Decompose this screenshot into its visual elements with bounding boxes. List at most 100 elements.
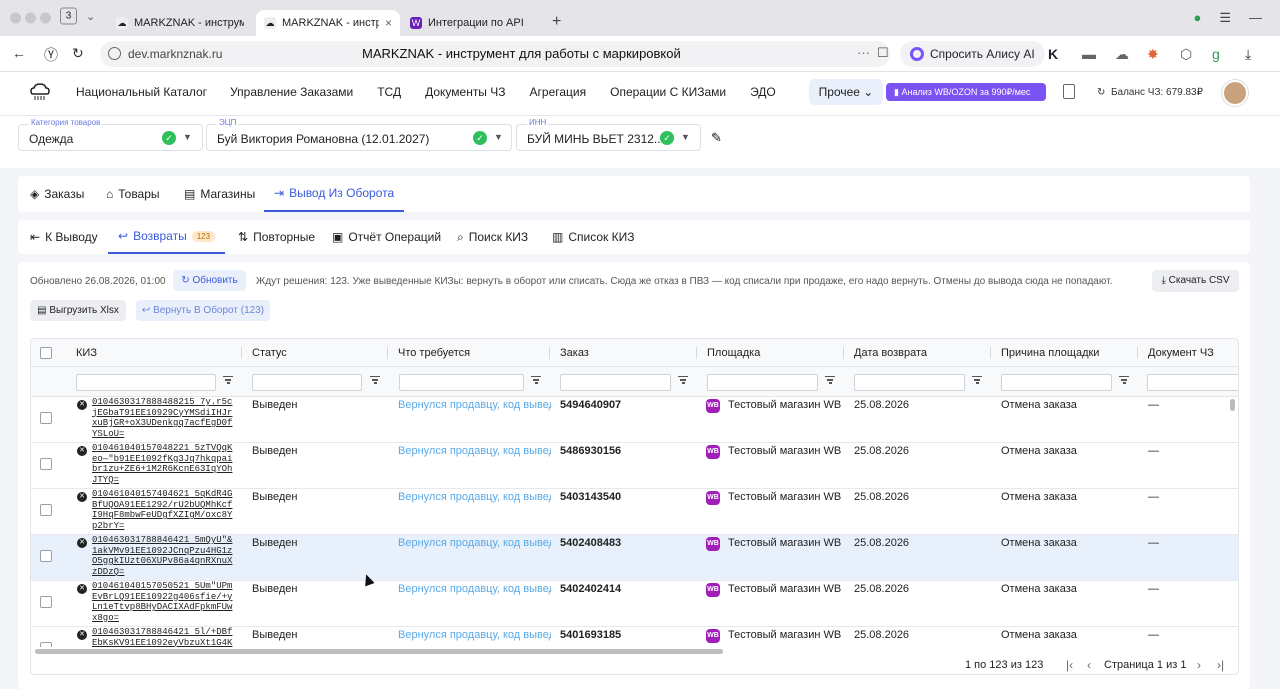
row-checkbox[interactable] <box>40 458 52 470</box>
dropdown-arrow-icon[interactable]: ▼ <box>681 132 690 142</box>
clipboard-icon[interactable] <box>1063 84 1075 99</box>
profile-icon[interactable]: ● <box>1193 10 1201 26</box>
refresh-button[interactable]: ↻ Обновить <box>173 270 246 291</box>
filter-order-input[interactable] <box>560 374 671 391</box>
kiz-link[interactable]: 0104630317888488215 7y.r5cjEGbaT91EE1092… <box>92 397 234 439</box>
nav-order-management[interactable]: Управление Заказами <box>230 85 353 99</box>
horizontal-scroll-thumb[interactable] <box>35 649 723 654</box>
nav-kiz-operations[interactable]: Операции С КИЗами <box>610 85 726 99</box>
tab-kiz-search[interactable]: ⌕ Поиск КИЗ <box>457 220 528 254</box>
more-dots-icon[interactable]: ··· <box>857 45 870 60</box>
dropdown-arrow-icon[interactable]: ▼ <box>183 132 192 142</box>
edit-pencil-icon[interactable]: ✎ <box>711 130 722 146</box>
col-resizer[interactable] <box>387 347 388 359</box>
row-checkbox[interactable] <box>40 504 52 516</box>
col-resizer[interactable] <box>241 347 242 359</box>
browser-menu-icon[interactable]: ☰ <box>1219 10 1231 26</box>
tab-kiz-list[interactable]: ▥ Список КИЗ <box>552 220 634 254</box>
window-close-button[interactable] <box>10 12 21 24</box>
col-resizer[interactable] <box>549 347 550 359</box>
col-resizer[interactable] <box>843 347 844 359</box>
tab-returns[interactable]: ↩ Возвраты 123 <box>108 220 226 254</box>
logo-icon[interactable] <box>28 82 52 102</box>
download-csv-button[interactable]: ⤓ Скачать CSV <box>1152 270 1239 292</box>
site-security-icon[interactable] <box>108 47 121 60</box>
filter-icon[interactable] <box>223 376 233 385</box>
ask-alisa-button[interactable]: Спросить Алису AI <box>900 41 1045 67</box>
col-order[interactable]: Заказ <box>560 347 589 359</box>
kiz-link[interactable]: 010461040157050521 5Um"UPmEvBrLQ91EE1092… <box>92 581 234 623</box>
requirement-cell[interactable]: Вернулся продавцу, код выведен <box>398 537 551 549</box>
nav-documents-cz[interactable]: Документы ЧЗ <box>425 85 505 99</box>
filter-icon[interactable] <box>370 376 380 385</box>
tabs-menu-chevron-icon[interactable]: ⌄ <box>86 10 95 23</box>
row-checkbox[interactable] <box>40 642 52 647</box>
col-return-date[interactable]: Дата возврата <box>854 347 927 359</box>
table-row[interactable]: ✕ 010463031788846421 5mQyU"&1akVMv91EE10… <box>31 535 1238 581</box>
inn-select[interactable]: ИНН БУЙ МИНЬ ВЬЕТ 2312... ✓ ▼ <box>516 118 701 151</box>
extension-puzzle-icon[interactable]: ⬡ <box>1180 46 1192 63</box>
tab-operations-report[interactable]: ▣ Отчёт Операций <box>332 220 441 254</box>
filter-kiz-input[interactable] <box>76 374 216 391</box>
url-field[interactable]: dev.marknznak.ru MARKZNAK - инструмент д… <box>100 41 890 67</box>
kiz-link[interactable]: 010463031788846421 5l/+DBfEbKsKV91EE1092… <box>92 627 234 647</box>
last-page-icon[interactable]: ›| <box>1217 658 1224 672</box>
more-menu-button[interactable]: Прочее ⌄ <box>809 79 883 105</box>
filter-icon[interactable] <box>1119 376 1129 385</box>
col-requirement[interactable]: Что требуется <box>398 347 470 359</box>
filter-date-input[interactable] <box>854 374 965 391</box>
promo-analysis-button[interactable]: ▮ Анализ WB/OZON за 990₽/мес <box>886 83 1046 101</box>
tab-orders[interactable]: ◈ Заказы <box>30 176 84 212</box>
requirement-cell[interactable]: Вернулся продавцу, код выведен <box>398 445 551 457</box>
tab-stores[interactable]: ▤ Магазины <box>184 176 255 212</box>
table-row[interactable]: ✕ 010461040157048221 5zTVQqKeo—"b91EE109… <box>31 443 1238 489</box>
filter-icon[interactable] <box>678 376 688 385</box>
extension-k-icon[interactable]: K <box>1048 46 1058 62</box>
new-tab-button[interactable]: + <box>552 13 561 31</box>
row-checkbox[interactable] <box>40 550 52 562</box>
extension-burst-icon[interactable]: ✸ <box>1147 46 1159 63</box>
nav-aggregation[interactable]: Агрегация <box>530 85 587 99</box>
close-tab-icon[interactable]: × <box>385 16 392 30</box>
col-resizer[interactable] <box>696 347 697 359</box>
window-minimize-button[interactable] <box>25 12 36 24</box>
window-zoom-button[interactable] <box>40 12 51 24</box>
download-icon[interactable]: ⤓ <box>1245 46 1251 63</box>
col-cz-document[interactable]: Документ ЧЗ <box>1148 347 1214 359</box>
nav-edo[interactable]: ЭДО <box>750 85 776 99</box>
select-all-checkbox[interactable] <box>40 347 52 359</box>
minimize-icon[interactable]: — <box>1249 10 1262 26</box>
col-resizer[interactable] <box>990 347 991 359</box>
kiz-link[interactable]: 010461040157048221 5zTVQqKeo—"b91EE1092f… <box>92 443 234 485</box>
filter-icon[interactable] <box>972 376 982 385</box>
table-row[interactable]: ✕ 010461040157404621 5qKdR4GBfUQOA91EE12… <box>31 489 1238 535</box>
requirement-cell[interactable]: Вернулся продавцу, код выведен <box>398 583 551 595</box>
filter-requirement-input[interactable] <box>399 374 524 391</box>
filter-icon[interactable] <box>825 376 835 385</box>
filter-icon[interactable] <box>531 376 541 385</box>
requirement-cell[interactable]: Вернулся продавцу, код выведен <box>398 399 551 411</box>
nav-tsd[interactable]: ТСД <box>377 85 401 99</box>
balance[interactable]: ↻ Баланс ЧЗ: 679.83₽ <box>1097 87 1203 98</box>
export-xlsx-button[interactable]: ▤ Выгрузить Xlsx <box>30 300 126 321</box>
return-to-circulation-button[interactable]: ↩ Вернуть В Оборот (123) <box>136 300 270 321</box>
filter-status-input[interactable] <box>252 374 362 391</box>
kiz-link[interactable]: 010463031788846421 5mQyU"&1akVMv91EE1092… <box>92 535 234 577</box>
row-checkbox[interactable] <box>40 412 52 424</box>
dropdown-arrow-icon[interactable]: ▼ <box>494 132 503 142</box>
browser-tab-1[interactable]: ☁ MARKZNAK - инструмент <box>108 10 252 36</box>
vertical-scrollbar[interactable] <box>1230 397 1236 647</box>
avatar[interactable] <box>1222 80 1248 106</box>
browser-tab-3[interactable]: W Интеграции по API <box>402 10 546 36</box>
tab-products[interactable]: ⌂ Товары <box>106 176 160 212</box>
first-page-icon[interactable]: |‹ <box>1066 658 1073 672</box>
vertical-scroll-thumb[interactable] <box>1230 399 1235 411</box>
reload-icon[interactable]: ↻ <box>72 45 84 62</box>
col-marketplace[interactable]: Площадка <box>707 347 760 359</box>
yandex-icon[interactable]: Ⓨ <box>44 45 58 65</box>
table-row[interactable]: ✕ 0104630317888488215 7y.r5cjEGbaT91EE10… <box>31 397 1238 443</box>
col-kiz[interactable]: КИЗ <box>76 347 97 359</box>
table-row[interactable]: ✕ 010463031788846421 5l/+DBfEbKsKV91EE10… <box>31 627 1238 647</box>
col-status[interactable]: Статус <box>252 347 287 359</box>
tab-withdrawal[interactable]: ⇥ Вывод Из Оборота <box>264 176 405 212</box>
